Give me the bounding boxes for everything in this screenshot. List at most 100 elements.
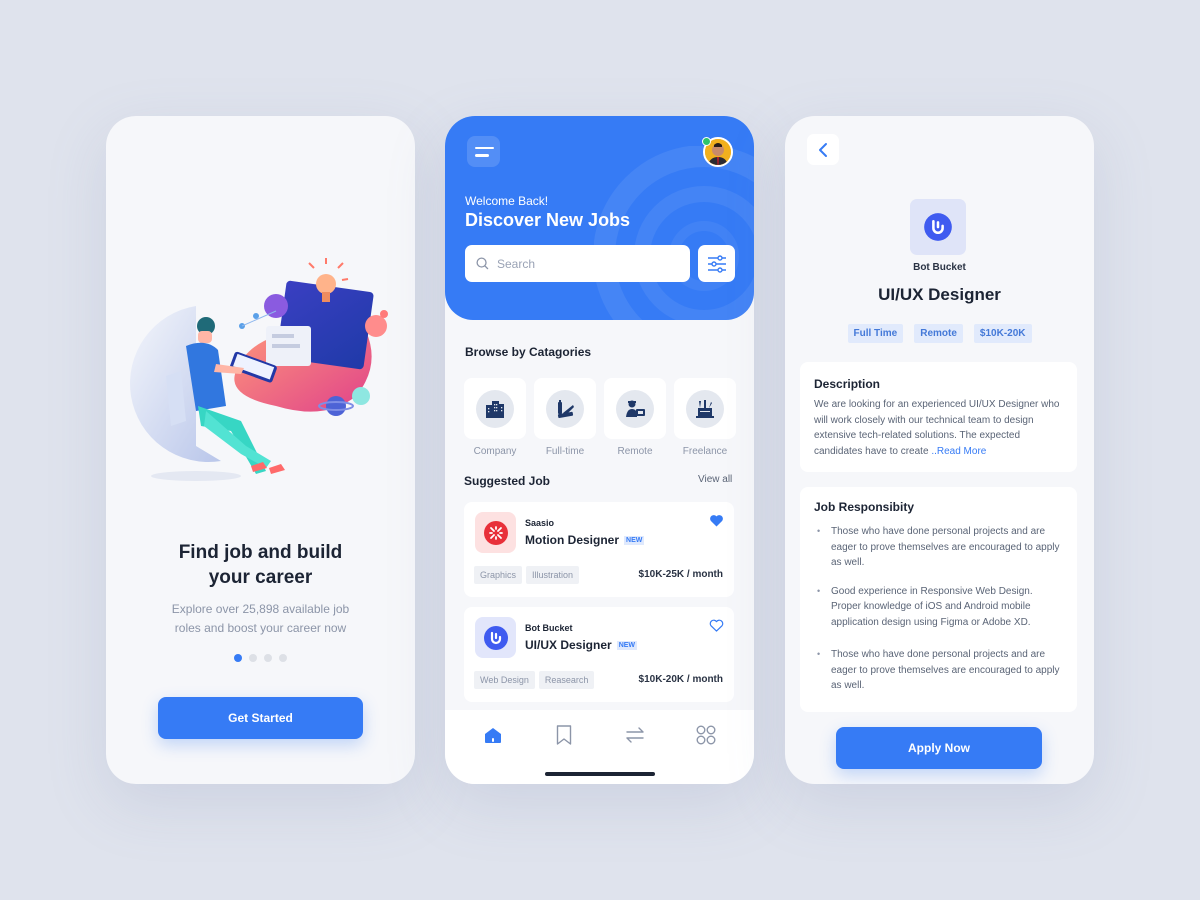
nav-saved[interactable] xyxy=(551,722,577,748)
job-detail-screen: Bot Bucket UI/UX Designer Full Time Remo… xyxy=(785,116,1094,784)
view-all-link[interactable]: View all xyxy=(698,474,732,485)
building-icon xyxy=(486,400,504,418)
job-company: Bot Bucket xyxy=(525,623,573,633)
nav-transfer[interactable] xyxy=(622,722,648,748)
onboarding-title: Find job and build your career xyxy=(178,542,343,588)
job-title: Motion Designer NEW xyxy=(525,533,645,547)
category-label: Remote xyxy=(617,446,653,457)
get-started-button[interactable]: Get Started xyxy=(158,697,363,739)
page-title: Discover New Jobs xyxy=(465,210,631,230)
responsibility-heading: Job Responsibity xyxy=(814,500,915,514)
pagination-dot-3[interactable] xyxy=(264,654,272,662)
home-icon xyxy=(484,727,501,743)
category-icon-bg xyxy=(686,389,724,428)
swap-arrows-icon xyxy=(626,727,644,743)
category-label: Company xyxy=(473,446,517,457)
home-header: Welcome Back! Discover New Jobs xyxy=(445,116,754,320)
saasio-logo-icon xyxy=(483,520,508,545)
location-tag: Remote xyxy=(914,324,963,343)
bookmark-icon xyxy=(556,725,572,745)
category-remote[interactable]: Remote xyxy=(604,378,666,457)
job-tag: Graphics xyxy=(474,566,523,584)
description-text: We are looking for an experienced UI/UX … xyxy=(814,397,1063,459)
responsibility-item: Good experience in Responsive Web Design… xyxy=(814,584,1063,631)
responsibility-panel: Job Responsibity Those who have done per… xyxy=(800,487,1077,712)
job-salary: $10K-25K / month xyxy=(638,569,723,580)
pagination-dot-1[interactable] xyxy=(234,654,242,662)
company-logo xyxy=(910,199,966,255)
pagination-dot-2[interactable] xyxy=(249,654,257,662)
pagination-dots xyxy=(106,654,415,662)
job-tags: Full Time Remote $10K-20K xyxy=(785,324,1094,343)
filter-button[interactable] xyxy=(698,245,735,282)
company-logo xyxy=(475,512,516,553)
chevron-left-icon xyxy=(819,142,827,157)
read-more-link[interactable]: ..Read More xyxy=(931,446,986,457)
menu-icon-line xyxy=(475,154,489,157)
job-salary: $10K-20K / month xyxy=(638,674,723,685)
pagination-dot-4[interactable] xyxy=(279,654,287,662)
home-screen: Welcome Back! Discover New Jobs Browse b… xyxy=(445,116,754,784)
career-illustration xyxy=(129,258,388,481)
category-full-time[interactable]: Full-time xyxy=(534,378,596,457)
remote-worker-icon xyxy=(626,400,645,417)
search-icon xyxy=(476,257,489,270)
responsibility-item: Those who have done personal projects an… xyxy=(814,524,1063,571)
tools-icon xyxy=(557,399,574,418)
category-label: Freelance xyxy=(682,446,728,457)
job-card[interactable]: Bot Bucket UI/UX Designer NEW Web Design… xyxy=(464,607,734,702)
back-button[interactable] xyxy=(807,134,839,165)
company-name: Bot Bucket xyxy=(913,262,966,273)
nav-more[interactable] xyxy=(693,722,719,748)
category-tile xyxy=(604,378,666,439)
menu-icon-line xyxy=(475,146,494,149)
new-badge: NEW xyxy=(616,640,638,650)
heart-outline-icon[interactable] xyxy=(709,619,724,632)
home-indicator xyxy=(545,772,655,776)
heart-filled-icon[interactable] xyxy=(709,514,724,527)
category-list: Company Full-time Remote Freelance xyxy=(464,378,736,457)
job-tag: Illustration xyxy=(526,566,580,584)
decorative-rings xyxy=(594,146,754,320)
job-tag: Web Design xyxy=(474,671,535,689)
category-label: Full-time xyxy=(545,446,585,457)
job-tags: Graphics Illustration xyxy=(474,566,580,584)
category-icon-bg xyxy=(546,389,584,428)
job-tag: Reasearch xyxy=(538,671,595,689)
description-heading: Description xyxy=(814,377,881,391)
category-icon-bg xyxy=(616,389,654,428)
onboarding-screen: Find job and build your career Explore o… xyxy=(106,116,415,784)
job-type-tag: Full Time xyxy=(847,324,904,343)
onboarding-subtitle: Explore over 25,898 available job roles … xyxy=(171,602,350,635)
search-input[interactable] xyxy=(497,256,677,271)
nav-home[interactable] xyxy=(480,722,506,748)
categories-heading: Browse by Catagories xyxy=(465,345,592,359)
responsibility-item: Those who have done personal projects an… xyxy=(814,647,1063,694)
online-status-dot xyxy=(702,137,711,146)
grid-icon xyxy=(696,725,716,745)
category-company[interactable]: Company xyxy=(464,378,526,457)
job-tags: Web Design Reasearch xyxy=(474,671,595,689)
job-title-text: UI/UX Designer xyxy=(525,638,612,652)
welcome-text: Welcome Back! xyxy=(465,194,549,208)
search-field[interactable] xyxy=(465,245,690,282)
category-freelance[interactable]: Freelance xyxy=(674,378,736,457)
category-tile xyxy=(534,378,596,439)
menu-button[interactable] xyxy=(467,136,500,167)
bot-bucket-logo-icon xyxy=(483,625,508,650)
bot-bucket-logo-icon xyxy=(924,213,952,241)
salary-tag: $10K-20K xyxy=(973,324,1032,343)
suggested-heading: Suggested Job xyxy=(464,474,551,488)
company-logo xyxy=(475,617,516,658)
category-tile xyxy=(464,378,526,439)
job-company: Saasio xyxy=(525,518,555,528)
job-card[interactable]: Saasio Motion Designer NEW Graphics Illu… xyxy=(464,502,734,597)
apply-now-button[interactable]: Apply Now xyxy=(836,727,1042,769)
job-title: UI/UX Designer xyxy=(878,285,1001,304)
job-title-text: Motion Designer xyxy=(525,533,620,547)
category-tile xyxy=(674,378,736,439)
sliders-icon xyxy=(707,254,726,273)
pen-holder-icon xyxy=(696,399,714,418)
description-panel: Description We are looking for an experi… xyxy=(800,362,1077,472)
bottom-nav xyxy=(445,710,754,784)
